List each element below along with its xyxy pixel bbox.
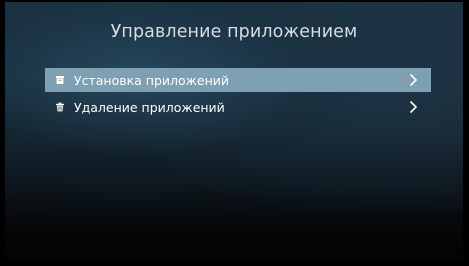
page-title: Управление приложением xyxy=(110,22,358,42)
menu-item-label: Удаление приложений xyxy=(74,99,225,115)
chevron-right-icon xyxy=(406,100,420,114)
menu-item-install-apps[interactable]: Установка приложений xyxy=(45,68,431,92)
menu-item-delete-apps[interactable]: Удаление приложений xyxy=(45,95,431,119)
archive-box-icon xyxy=(55,75,65,85)
trash-icon xyxy=(55,102,65,112)
settings-menu: Установка приложений Удаление приложений xyxy=(45,68,431,122)
menu-item-label: Установка приложений xyxy=(74,72,230,88)
app-management-screen: Управление приложением Установка приложе… xyxy=(5,2,463,260)
tv-screen: Управление приложением Установка приложе… xyxy=(0,0,469,266)
chevron-right-icon xyxy=(406,73,420,87)
